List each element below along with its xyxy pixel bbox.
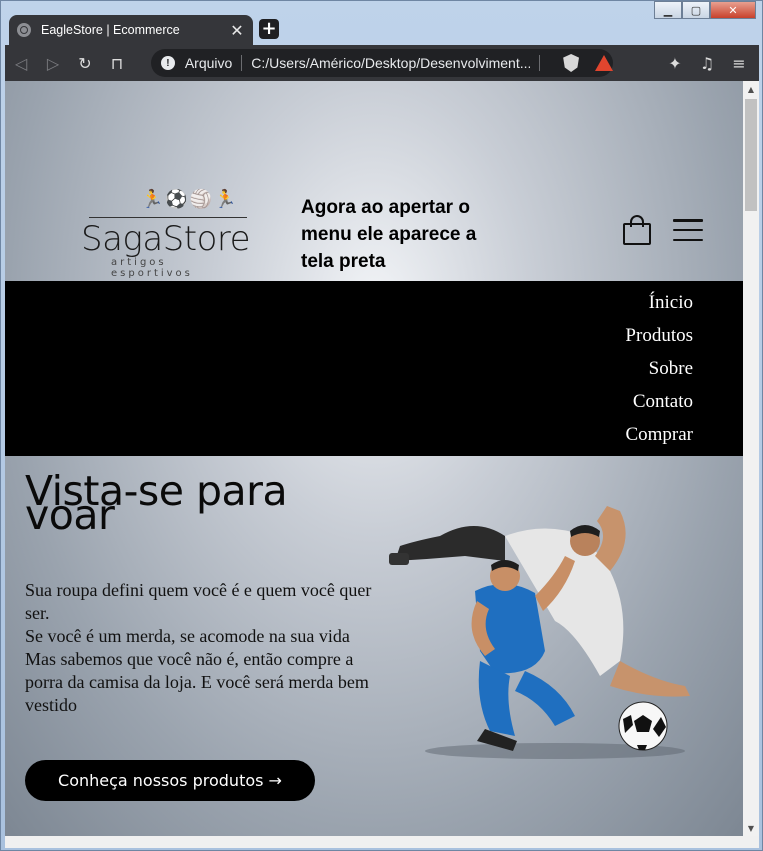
logo-name: SagaStore — [81, 219, 251, 259]
menu-icon[interactable]: ≡ — [723, 49, 755, 77]
athletes-icon: 🏃⚽🏐🏃 — [141, 189, 239, 210]
scroll-up-icon[interactable]: ▲ — [743, 81, 759, 97]
globe-icon — [17, 23, 31, 37]
browser-window: ▁ ▢ ✕ EagleStore | Ecommerce ✕ + ◁ ▷ ↻ ⊓… — [0, 0, 763, 851]
brave-rewards-icon[interactable] — [595, 55, 613, 71]
site-logo[interactable]: 🏃⚽🏐🏃 SagaStore artigos esportivos — [81, 189, 251, 279]
site-header: 🏃⚽🏐🏃 SagaStore artigos esportivos Agora … — [5, 81, 743, 281]
hero-text: Sua roupa defini quem você é e quem você… — [25, 579, 375, 717]
url-text[interactable]: C:/Users/Américo/Desktop/Desenvolviment.… — [251, 55, 530, 71]
logo-tagline: artigos esportivos — [111, 257, 193, 279]
hamburger-menu-icon[interactable] — [673, 219, 703, 241]
tab-title: EagleStore | Ecommerce — [41, 23, 180, 37]
nav-item-produtos[interactable]: Produtos — [625, 324, 693, 357]
toolbar-right: ✦ ♫ ≡ — [659, 49, 755, 77]
logo-divider — [89, 217, 247, 218]
info-icon[interactable]: ! — [161, 56, 175, 70]
hero-title-line2: voar — [25, 491, 115, 539]
security-label: Arquivo — [184, 55, 233, 71]
separator — [241, 55, 243, 71]
address-bar[interactable]: ! Arquivo C:/Users/Américo/Desktop/Desen… — [151, 49, 613, 77]
header-note: Agora ao apertar o menu ele aparece a te… — [301, 197, 477, 272]
brave-shield-icon[interactable] — [563, 54, 579, 72]
nav-item-contato[interactable]: Contato — [625, 390, 693, 423]
scroll-down-icon[interactable]: ▼ — [743, 820, 759, 836]
hero-line: Se você é um merda, se acomode na sua vi… — [25, 626, 350, 646]
window-bottom-edge — [5, 836, 759, 848]
nav-list: Ínicio Produtos Sobre Contato Comprar — [625, 291, 693, 456]
shopping-bag-icon[interactable] — [623, 215, 651, 245]
back-icon[interactable]: ◁ — [5, 49, 37, 77]
browser-toolbar: ◁ ▷ ↻ ⊓ ! Arquivo C:/Users/Américo/Deskt… — [5, 45, 759, 81]
hero-title: Vista-se para voar — [25, 471, 365, 536]
products-cta-button[interactable]: Conheça nossos produtos → — [25, 760, 315, 801]
tab-close-icon[interactable]: ✕ — [229, 21, 245, 40]
extensions-icon[interactable]: ✦ — [659, 49, 691, 77]
nav-item-comprar[interactable]: Comprar — [625, 423, 693, 456]
page-viewport: 🏃⚽🏐🏃 SagaStore artigos esportivos Agora … — [5, 81, 743, 836]
media-icon[interactable]: ♫ — [691, 49, 723, 77]
football-players-image — [389, 506, 690, 759]
nav-item-sobre[interactable]: Sobre — [625, 357, 693, 390]
nav-menu: Ínicio Produtos Sobre Contato Comprar — [5, 281, 743, 456]
hero-line: Sua roupa defini quem você é e quem você… — [25, 580, 372, 623]
forward-icon[interactable]: ▷ — [37, 49, 69, 77]
tab-strip: EagleStore | Ecommerce ✕ + — [5, 12, 758, 45]
nav-item-inicio[interactable]: Ínicio — [625, 291, 693, 324]
bookmark-icon[interactable]: ⊓ — [101, 49, 133, 77]
new-tab-button[interactable]: + — [259, 19, 279, 39]
scroll-thumb[interactable] — [745, 99, 757, 211]
reload-icon[interactable]: ↻ — [69, 49, 101, 77]
vertical-scrollbar[interactable]: ▲ ▼ — [743, 81, 759, 836]
hero-line: Mas sabemos que você não é, então compre… — [25, 649, 369, 715]
browser-tab[interactable]: EagleStore | Ecommerce ✕ — [9, 15, 253, 45]
separator — [539, 55, 541, 71]
